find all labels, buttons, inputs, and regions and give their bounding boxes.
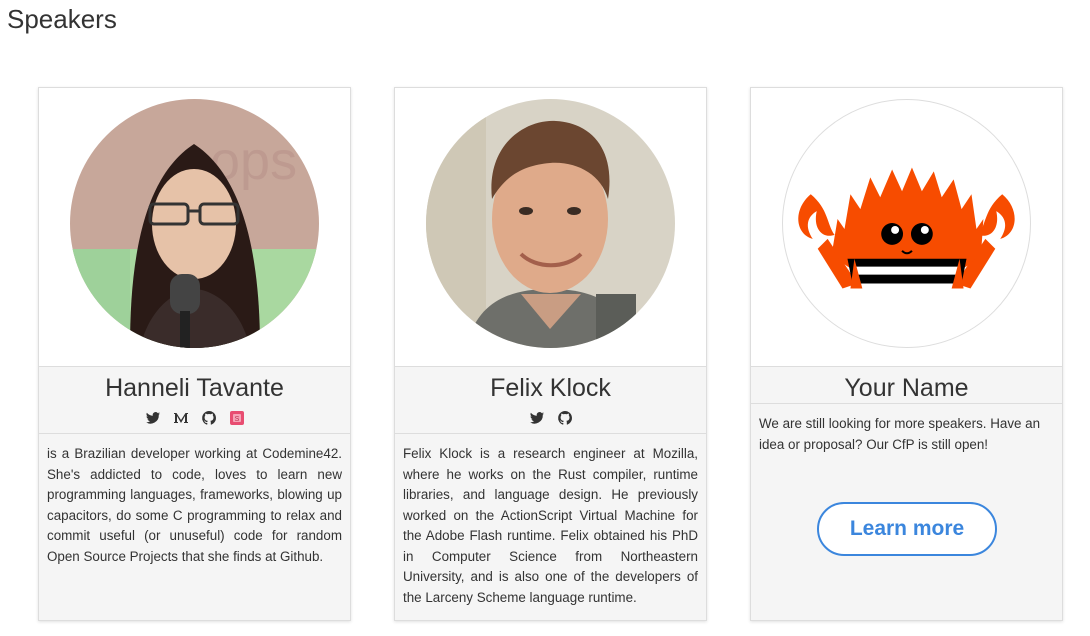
- speaker-photo[interactable]: [426, 99, 675, 348]
- speaker-card: Felix Klock Felix Klock is a research en…: [394, 87, 707, 621]
- speaker-name-row: Hanneli Tavante S: [39, 367, 350, 434]
- github-icon[interactable]: [557, 410, 573, 426]
- speaker-bio: Felix Klock is a research engineer at Mo…: [403, 446, 698, 605]
- learn-more-button[interactable]: Learn more: [817, 502, 997, 556]
- svg-text:S: S: [234, 416, 239, 423]
- speaker-name-row: Your Name: [751, 367, 1062, 404]
- speaker-name: Felix Klock: [490, 374, 611, 402]
- speaker-photo-area: [395, 88, 706, 367]
- speaker-name: Hanneli Tavante: [105, 374, 284, 402]
- twitter-icon[interactable]: [145, 410, 161, 426]
- speakerdeck-icon[interactable]: S: [229, 410, 245, 426]
- cfp-card: Your Name We are still looking for more …: [750, 87, 1063, 621]
- speaker-card: ops Hanneli Tavante S is a Brazilian dev…: [38, 87, 351, 621]
- speaker-photo-area: [751, 88, 1062, 367]
- page-title: Speakers: [7, 4, 117, 34]
- speaker-photo[interactable]: ops: [70, 99, 319, 348]
- social-links: S: [39, 403, 350, 433]
- ferris-crab-icon: [782, 99, 1031, 348]
- speaker-name-row: Felix Klock: [395, 367, 706, 434]
- social-links: [395, 403, 706, 433]
- github-icon[interactable]: [201, 410, 217, 426]
- medium-icon[interactable]: [173, 410, 189, 426]
- speaker-name: Your Name: [844, 374, 969, 402]
- twitter-icon[interactable]: [529, 410, 545, 426]
- speaker-photo-area: ops: [39, 88, 350, 367]
- cfp-description: We are still looking for more speakers. …: [759, 416, 1041, 452]
- speaker-bio: is a Brazilian developer working at Code…: [47, 446, 342, 564]
